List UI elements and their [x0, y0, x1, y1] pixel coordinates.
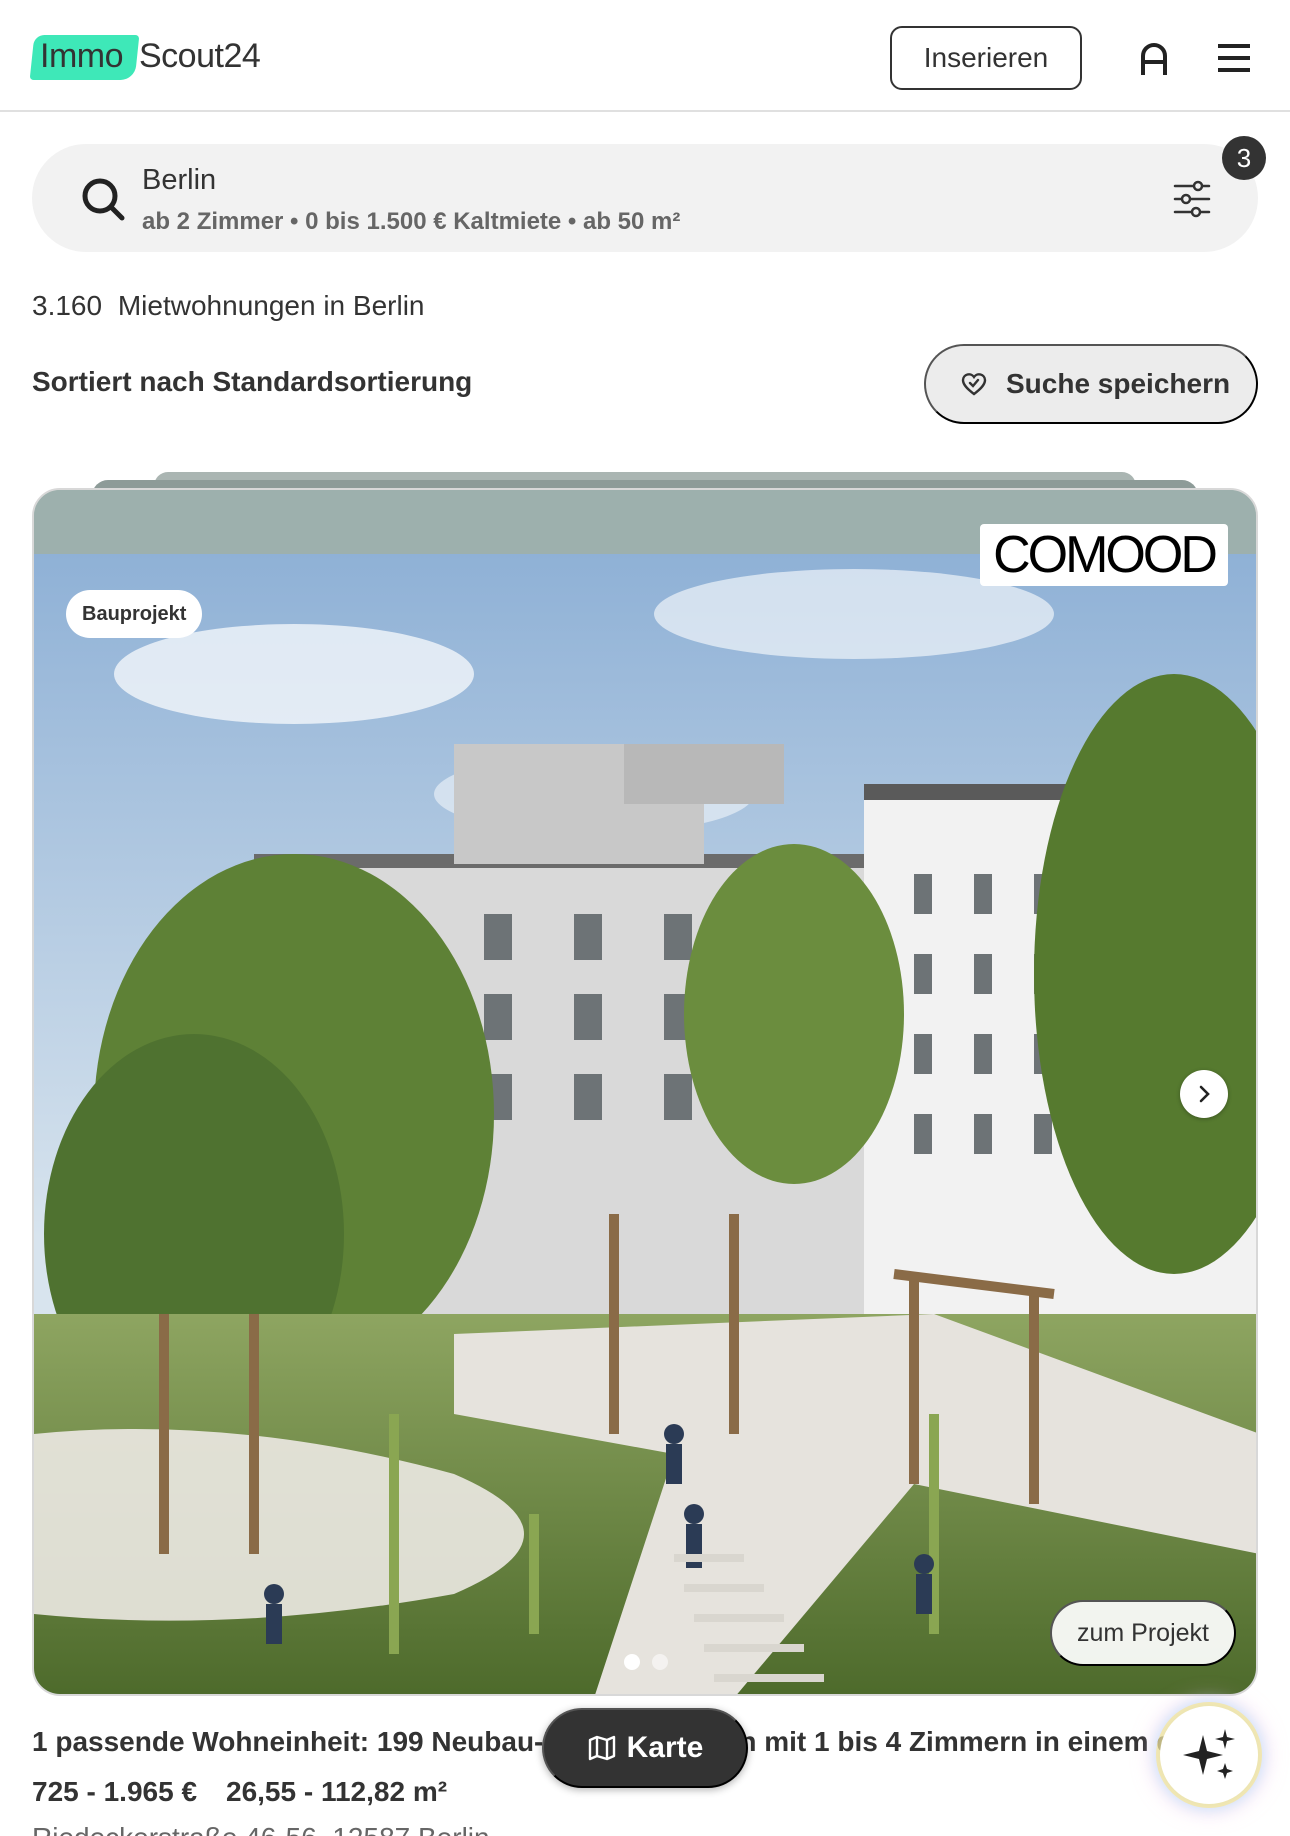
save-search-button[interactable]: Suche speichern	[924, 344, 1258, 424]
result-count-label: Mietwohnungen in Berlin	[117, 290, 425, 321]
logo-immo: Immo	[32, 33, 133, 80]
page: Immo Scout24 Inserieren Berlin ab 2 Zimm…	[0, 0, 1290, 1836]
result-count: 3.160 Mietwohnungen in Berlin	[32, 290, 425, 322]
search-criteria: ab 2 Zimmer • 0 bis 1.500 € Kaltmiete • …	[142, 208, 681, 235]
listing-area: 26,55 - 112,82 m²	[226, 1776, 448, 1807]
sparkles-icon	[1183, 1729, 1235, 1779]
ai-assistant-button[interactable]	[1160, 1706, 1258, 1804]
slide-dot[interactable]	[652, 1654, 668, 1670]
search-icon	[82, 178, 125, 221]
listing-price: 725 - 1.965 €	[32, 1776, 198, 1807]
logo-scout: Scout24	[139, 36, 261, 75]
brand-logo: COMOOD	[980, 524, 1228, 586]
listing-photo[interactable]	[34, 554, 1258, 1696]
sort-label[interactable]: Sortiert nach Standardsortierung	[32, 366, 472, 398]
chevron-right-icon	[1199, 1085, 1210, 1103]
slide-indicator	[624, 1654, 668, 1670]
map-icon	[588, 1735, 615, 1761]
user-icon[interactable]	[1136, 40, 1172, 76]
zum-projekt-button[interactable]: zum Projekt	[1050, 1600, 1236, 1666]
app-header: Immo Scout24 Inserieren	[0, 0, 1290, 112]
insert-button[interactable]: Inserieren	[890, 26, 1082, 90]
listing-address: Riedeckerstraße 46-56, 12587 Berlin	[32, 1822, 490, 1836]
heart-icon	[961, 373, 987, 396]
menu-icon[interactable]	[1216, 42, 1252, 74]
map-button[interactable]: Karte	[542, 1708, 748, 1788]
immoscout-logo[interactable]: Immo Scout24	[32, 30, 261, 82]
save-search-label: Suche speichern	[1006, 368, 1231, 399]
next-image-button[interactable]	[1180, 1070, 1228, 1118]
search-location: Berlin	[142, 164, 217, 196]
filter-icon[interactable]	[1172, 180, 1212, 218]
map-label: Karte	[626, 1731, 704, 1764]
bauprojekt-badge: Bauprojekt	[66, 590, 203, 638]
search-bar[interactable]: Berlin ab 2 Zimmer • 0 bis 1.500 € Kaltm…	[32, 144, 1258, 252]
filter-count-badge: 3	[1222, 136, 1266, 180]
slide-dot-active[interactable]	[624, 1654, 640, 1670]
listing-card[interactable]: COMOOD Bauprojekt zum Projekt	[32, 488, 1258, 1696]
result-count-number: 3.160	[32, 290, 103, 321]
